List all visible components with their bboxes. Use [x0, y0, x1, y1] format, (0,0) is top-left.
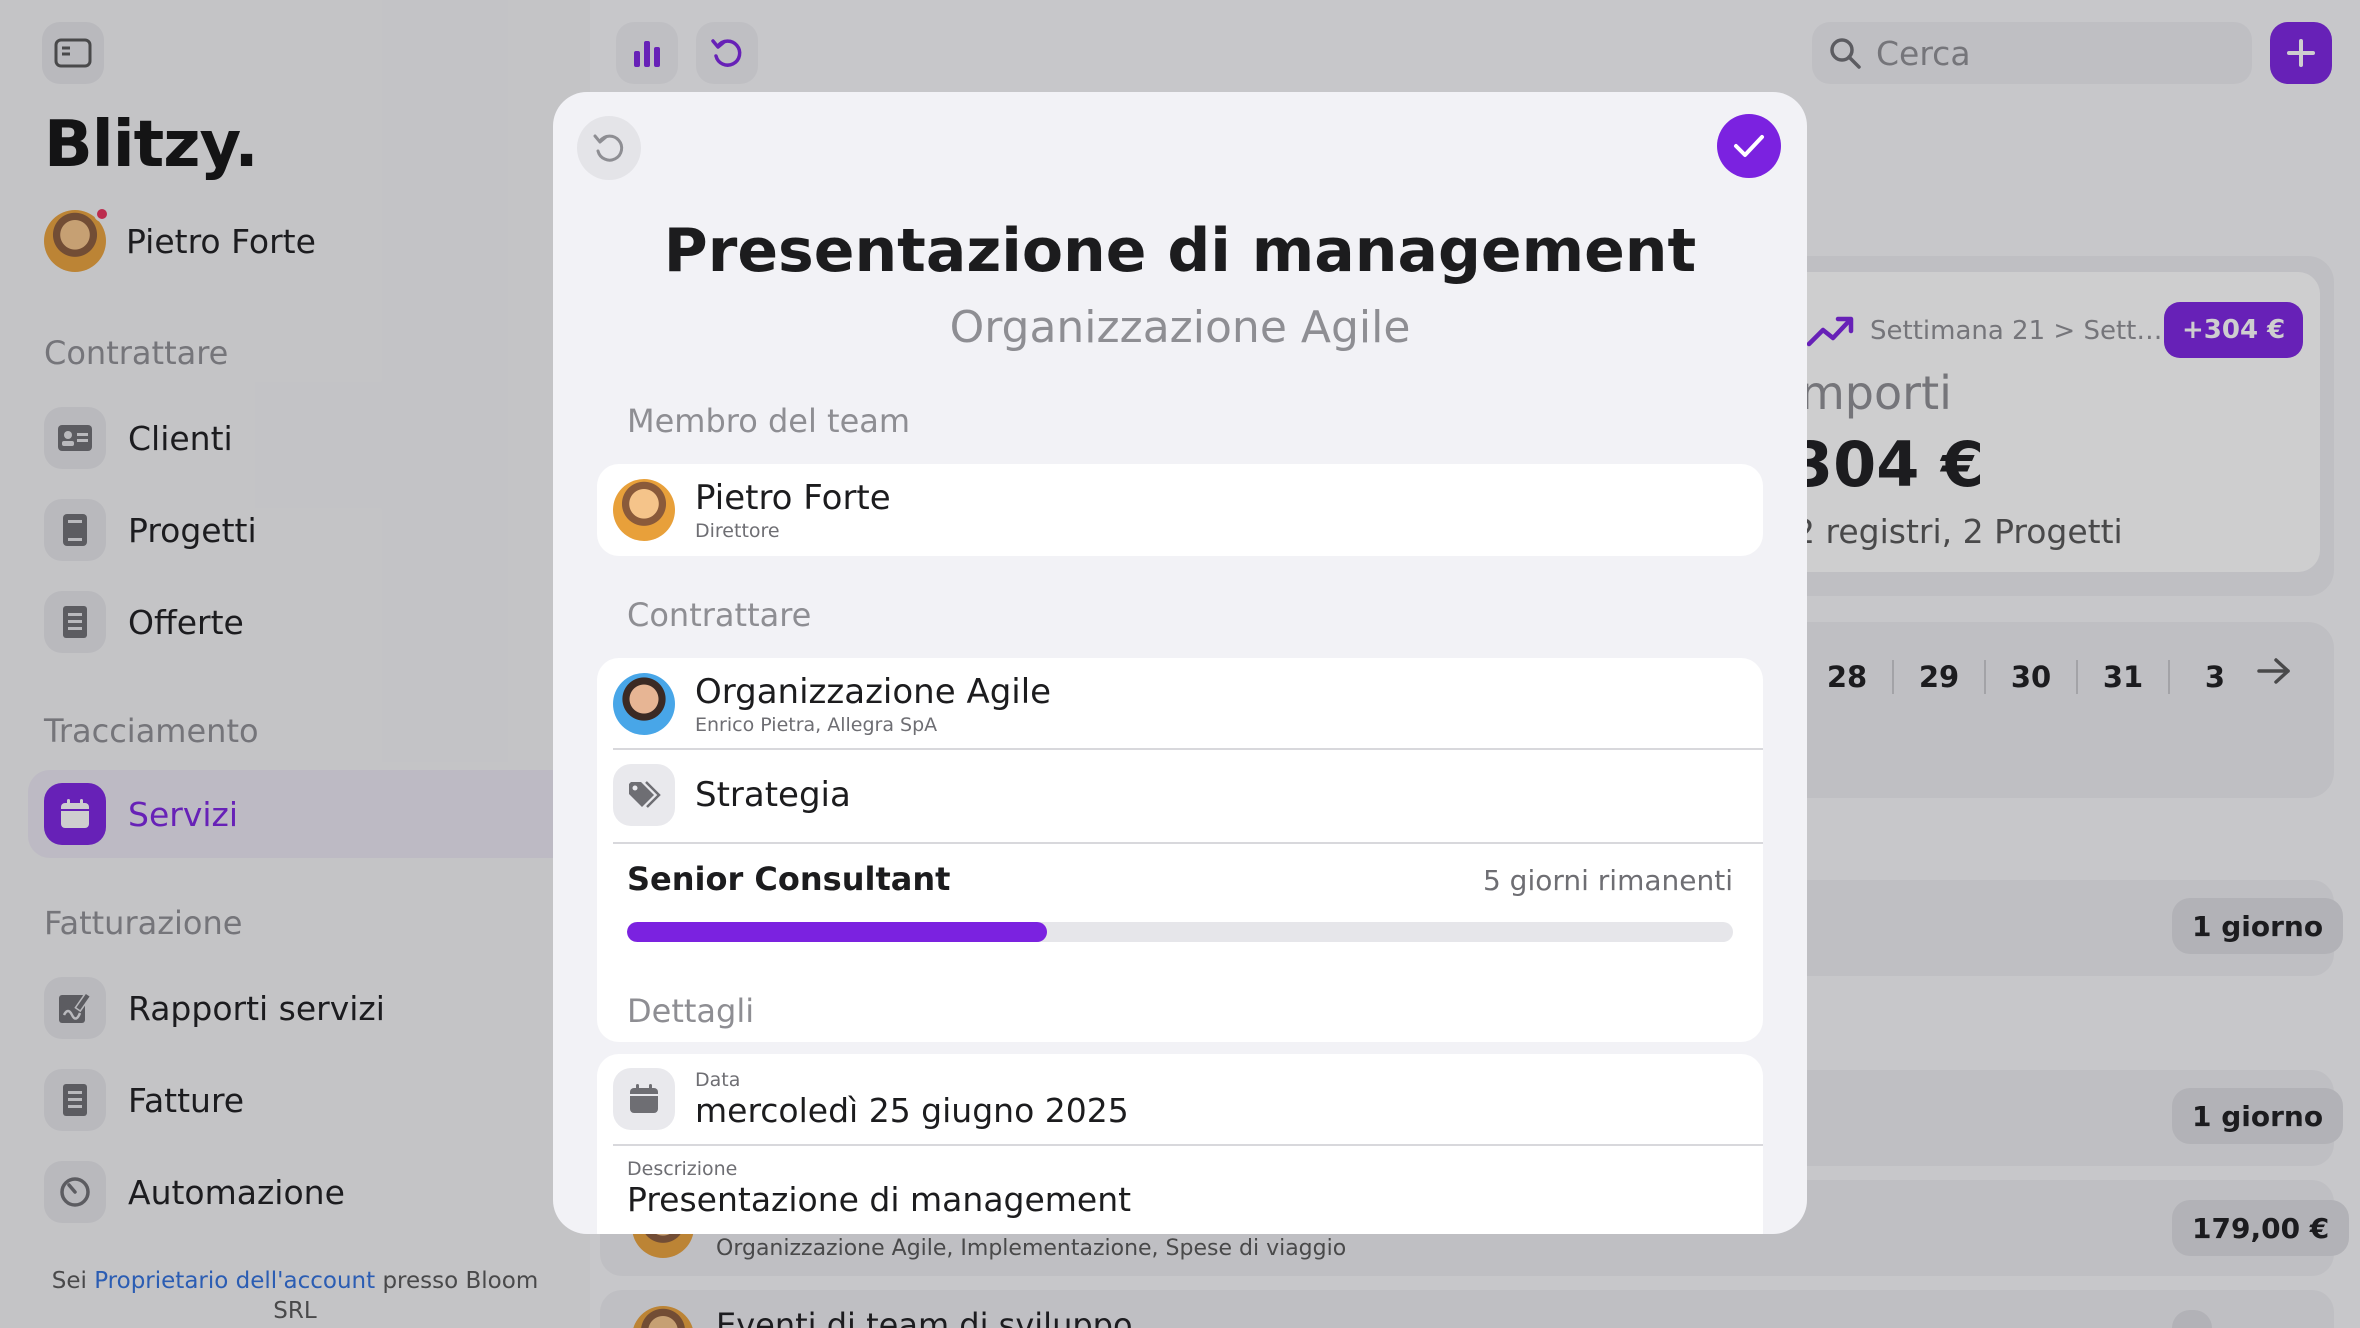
- service-role: Senior Consultant: [627, 860, 951, 898]
- undo-icon: [593, 134, 624, 162]
- revert-button[interactable]: [577, 116, 641, 180]
- modal-title: Presentazione di management: [663, 216, 1697, 286]
- member-name: Pietro Forte: [695, 478, 891, 518]
- date-value: mercoledì 25 giugno 2025: [695, 1090, 1129, 1130]
- description-field[interactable]: Descrizione Presentazione di management: [627, 1158, 1131, 1219]
- divider: [613, 748, 1763, 750]
- divider: [613, 842, 1763, 844]
- details-card: Data mercoledì 25 giugno 2025 Descrizion…: [597, 1054, 1763, 1234]
- section-details: Dettagli: [627, 992, 755, 1030]
- calendar-icon: [613, 1068, 675, 1130]
- modal-subtitle: Organizzazione Agile: [949, 302, 1411, 353]
- category-row[interactable]: Strategia: [613, 764, 1763, 826]
- member-role: Direttore: [695, 520, 780, 542]
- client-name: Organizzazione Agile: [695, 672, 1052, 712]
- days-remaining: 5 giorni rimanenti: [1482, 864, 1733, 897]
- service-detail-modal: Presentazione di management Organizzazio…: [553, 92, 1807, 1234]
- tag-icon: [613, 764, 675, 826]
- section-team-member: Membro del team: [627, 402, 911, 440]
- client-row[interactable]: Organizzazione Agile Enrico Pietra, Alle…: [613, 672, 1763, 736]
- progress-fill: [627, 922, 1048, 942]
- section-contract: Contrattare: [627, 596, 812, 634]
- date-label: Data: [695, 1068, 741, 1091]
- divider: [613, 1144, 1763, 1146]
- team-member-card[interactable]: Pietro Forte Direttore: [597, 464, 1763, 556]
- client-contact: Enrico Pietra, Allegra SpA: [695, 714, 938, 736]
- confirm-button[interactable]: [1717, 114, 1781, 178]
- description-value: Presentazione di management: [627, 1180, 1132, 1219]
- date-field[interactable]: Data mercoledì 25 giugno 2025: [613, 1068, 1763, 1130]
- category-name: Strategia: [695, 775, 851, 815]
- avatar: [613, 673, 675, 735]
- description-label: Descrizione: [627, 1158, 738, 1180]
- contract-card: Organizzazione Agile Enrico Pietra, Alle…: [597, 658, 1763, 1042]
- progress-bar: [627, 922, 1733, 942]
- checkmark-icon: [1734, 135, 1764, 157]
- avatar: [613, 479, 675, 541]
